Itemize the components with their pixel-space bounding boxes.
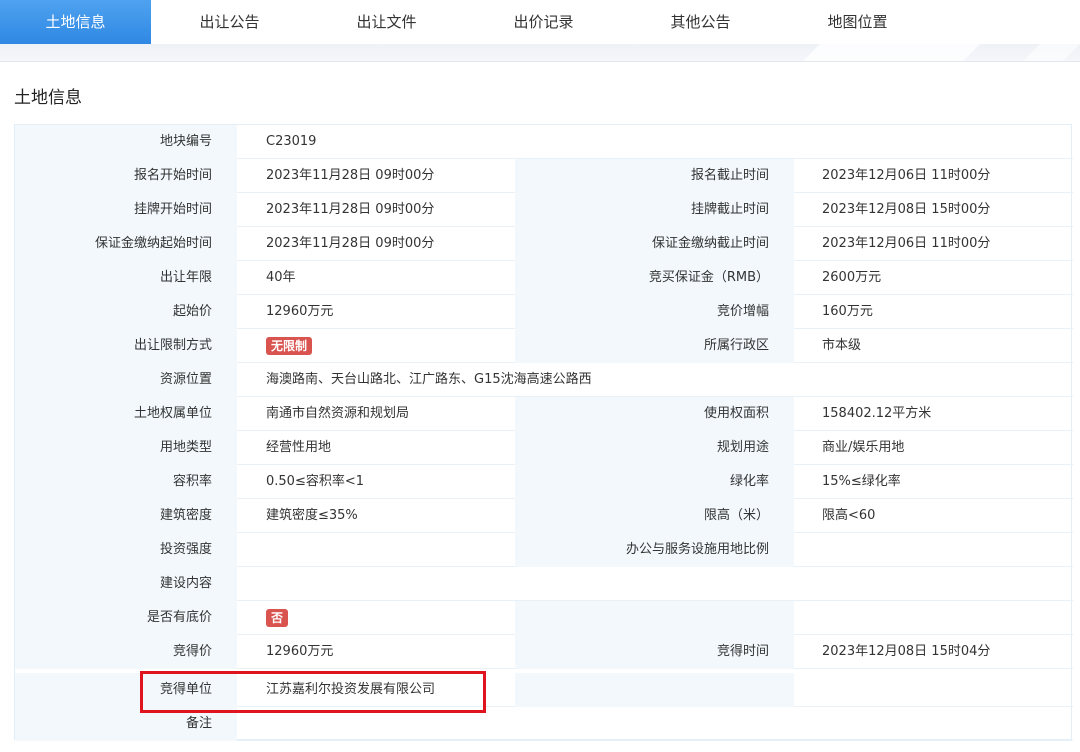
table-row: 出让限制方式 无限制 所属行政区 市本级 — [15, 329, 1073, 363]
field-value: 南通市自然资源和规划局 — [266, 406, 410, 421]
field-label: 用地类型 — [15, 431, 237, 465]
status-badge: 否 — [266, 608, 289, 627]
field-label: 起始价 — [15, 295, 237, 329]
tab-bar: 土地信息 出让公告 出让文件 出价记录 其他公告 地图位置 — [0, 0, 1080, 50]
decorative-stripe — [790, 44, 1010, 61]
field-value — [794, 673, 1073, 707]
field-label: 报名开始时间 — [15, 159, 237, 193]
table-row: 出让年限 40年 竞买保证金（RMB） 2600万元 — [15, 261, 1073, 295]
field-label — [515, 601, 794, 635]
field-value — [237, 567, 1073, 601]
decorative-stripe — [1010, 44, 1080, 61]
field-value: 160万元 — [822, 304, 873, 319]
field-value: 海澳路南、天台山路北、江广路东、G15沈海高速公路西 — [266, 372, 592, 387]
table-row: 是否有底价 否 — [15, 601, 1073, 635]
field-label: 资源位置 — [15, 363, 237, 397]
field-label: 保证金缴纳起始时间 — [15, 227, 237, 261]
field-label: 竞价增幅 — [515, 295, 794, 329]
field-label: 挂牌截止时间 — [515, 193, 794, 227]
field-label: 出让限制方式 — [15, 329, 237, 363]
field-value: 限高<60 — [822, 508, 876, 523]
table-row: 保证金缴纳起始时间 2023年11月28日 09时00分 保证金缴纳截止时间 2… — [15, 227, 1073, 261]
tab-map-location[interactable]: 地图位置 — [779, 0, 936, 44]
tab-bar-underlay — [0, 44, 1080, 62]
field-value: 40年 — [266, 270, 296, 285]
table-row: 建筑密度 建筑密度≤35% 限高（米） 限高<60 — [15, 499, 1073, 533]
field-value: 2600万元 — [822, 270, 882, 285]
field-value: 2023年12月06日 11时00分 — [822, 236, 991, 251]
table-row: 投资强度 办公与服务设施用地比例 — [15, 533, 1073, 567]
field-label: 所属行政区 — [515, 329, 794, 363]
field-value: 2023年12月06日 11时00分 — [822, 168, 991, 183]
field-label: 限高（米） — [515, 499, 794, 533]
field-value: 12960万元 — [266, 644, 334, 659]
field-value: 12960万元 — [266, 304, 334, 319]
field-value: 2023年11月28日 09时00分 — [266, 236, 435, 251]
table-row: 报名开始时间 2023年11月28日 09时00分 报名截止时间 2023年12… — [15, 159, 1073, 193]
field-label: 规划用途 — [515, 431, 794, 465]
table-row: 挂牌开始时间 2023年11月28日 09时00分 挂牌截止时间 2023年12… — [15, 193, 1073, 227]
field-value: C23019 — [266, 134, 317, 149]
land-info-table: 地块编号 C23019 报名开始时间 2023年11月28日 09时00分 报名… — [14, 124, 1073, 741]
field-label: 挂牌开始时间 — [15, 193, 237, 227]
field-label: 竞买保证金（RMB） — [515, 261, 794, 295]
section-title: 土地信息 — [14, 88, 82, 108]
field-value: 否 — [237, 601, 515, 635]
field-label: 投资强度 — [15, 533, 237, 567]
field-label: 使用权面积 — [515, 397, 794, 431]
tab-other-notices[interactable]: 其他公告 — [622, 0, 779, 44]
field-value: 2023年11月28日 09时00分 — [266, 202, 435, 217]
field-value: 2023年12月08日 15时04分 — [822, 644, 991, 659]
field-value: 0.50≤容积率<1 — [266, 474, 365, 489]
field-value: 2023年12月08日 15时00分 — [822, 202, 991, 217]
field-label: 报名截止时间 — [515, 159, 794, 193]
table-row: 建设内容 — [15, 567, 1073, 601]
field-label: 出让年限 — [15, 261, 237, 295]
status-badge: 无限制 — [266, 336, 313, 355]
field-label: 土地权属单位 — [15, 397, 237, 431]
table-row: 地块编号 C23019 — [15, 125, 1073, 159]
field-label: 竞得时间 — [515, 635, 794, 669]
tab-transfer-notice[interactable]: 出让公告 — [151, 0, 308, 44]
field-label: 建设内容 — [15, 567, 237, 601]
table-row: 资源位置 海澳路南、天台山路北、江广路东、G15沈海高速公路西 — [15, 363, 1073, 397]
field-value: 15%≤绿化率 — [822, 474, 901, 489]
field-value — [794, 533, 1073, 567]
field-value: 2023年11月28日 09时00分 — [266, 168, 435, 183]
table-row: 土地权属单位 南通市自然资源和规划局 使用权面积 158402.12平方米 — [15, 397, 1073, 431]
field-label: 办公与服务设施用地比例 — [515, 533, 794, 567]
field-label: 保证金缴纳截止时间 — [515, 227, 794, 261]
field-value: 无限制 — [237, 329, 515, 363]
tab-transfer-docs[interactable]: 出让文件 — [308, 0, 465, 44]
field-value: 商业/娱乐用地 — [822, 440, 905, 455]
table-row: 竞得价 12960万元 竞得时间 2023年12月08日 15时04分 — [15, 635, 1073, 669]
table-row: 起始价 12960万元 竞价增幅 160万元 — [15, 295, 1073, 329]
field-value: 建筑密度≤35% — [266, 508, 358, 523]
table-row: 容积率 0.50≤容积率<1 绿化率 15%≤绿化率 — [15, 465, 1073, 499]
field-value: 市本级 — [822, 338, 862, 353]
table-row: 用地类型 经营性用地 规划用途 商业/娱乐用地 — [15, 431, 1073, 465]
field-label: 地块编号 — [15, 125, 237, 159]
field-label: 竞得价 — [15, 635, 237, 669]
field-label: 建筑密度 — [15, 499, 237, 533]
field-label: 容积率 — [15, 465, 237, 499]
field-value: 经营性用地 — [266, 440, 332, 455]
field-label: 是否有底价 — [15, 601, 237, 635]
field-value — [237, 533, 515, 567]
field-value — [794, 601, 1073, 635]
tab-bid-records[interactable]: 出价记录 — [465, 0, 622, 44]
tab-land-info[interactable]: 土地信息 — [0, 0, 151, 50]
field-label: 绿化率 — [515, 465, 794, 499]
highlight-box — [140, 671, 486, 713]
field-label — [515, 673, 794, 707]
field-value: 158402.12平方米 — [822, 406, 932, 421]
